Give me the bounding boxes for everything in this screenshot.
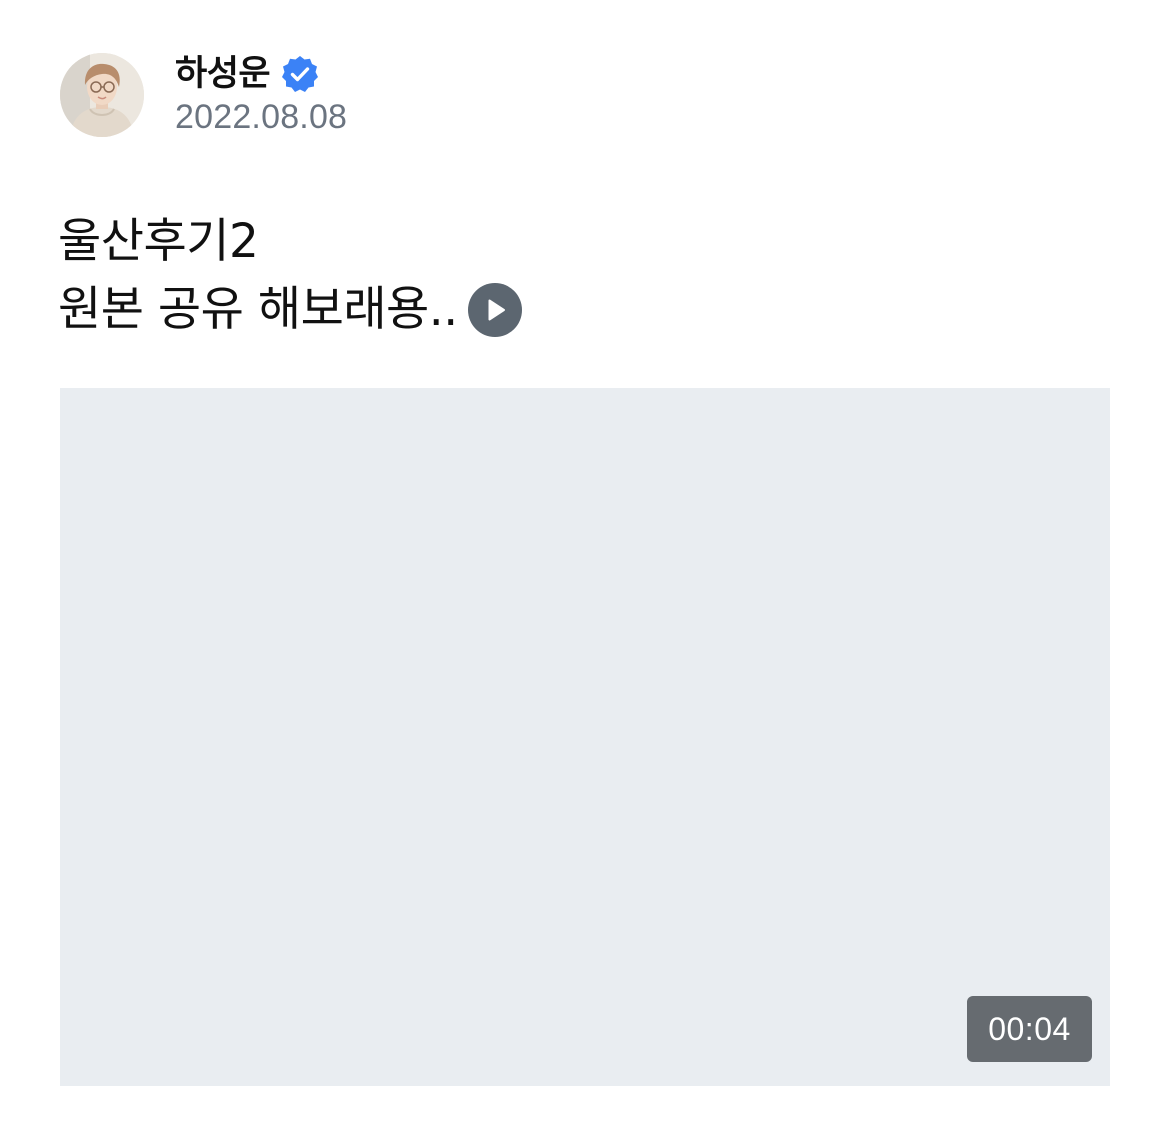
avatar-image	[60, 53, 144, 137]
post-text-line1: 울산후기2	[58, 214, 259, 269]
post-header: 하성운 2022.08.08	[60, 52, 347, 138]
play-icon[interactable]	[467, 283, 522, 337]
post-card: 하성운 2022.08.08 울산후기2 원본 공유 해보래용.. 00:04	[0, 0, 1170, 1140]
author-name-row: 하성운	[175, 53, 347, 95]
post-text-line2: 원본 공유 해보래용..	[58, 282, 458, 337]
post-body: 울산후기2 원본 공유 해보래용..	[58, 208, 522, 344]
author-name[interactable]: 하성운	[175, 53, 271, 95]
post-date: 2022.08.08	[175, 98, 348, 136]
post-text-line: 울산후기2	[58, 208, 522, 276]
video-player[interactable]: 00:04	[60, 388, 1110, 1086]
verified-badge-icon	[282, 56, 319, 92]
post-text-line: 원본 공유 해보래용..	[58, 276, 522, 344]
author-meta: 하성운 2022.08.08	[175, 53, 347, 137]
avatar[interactable]	[60, 53, 144, 137]
video-duration-badge: 00:04	[967, 996, 1092, 1062]
